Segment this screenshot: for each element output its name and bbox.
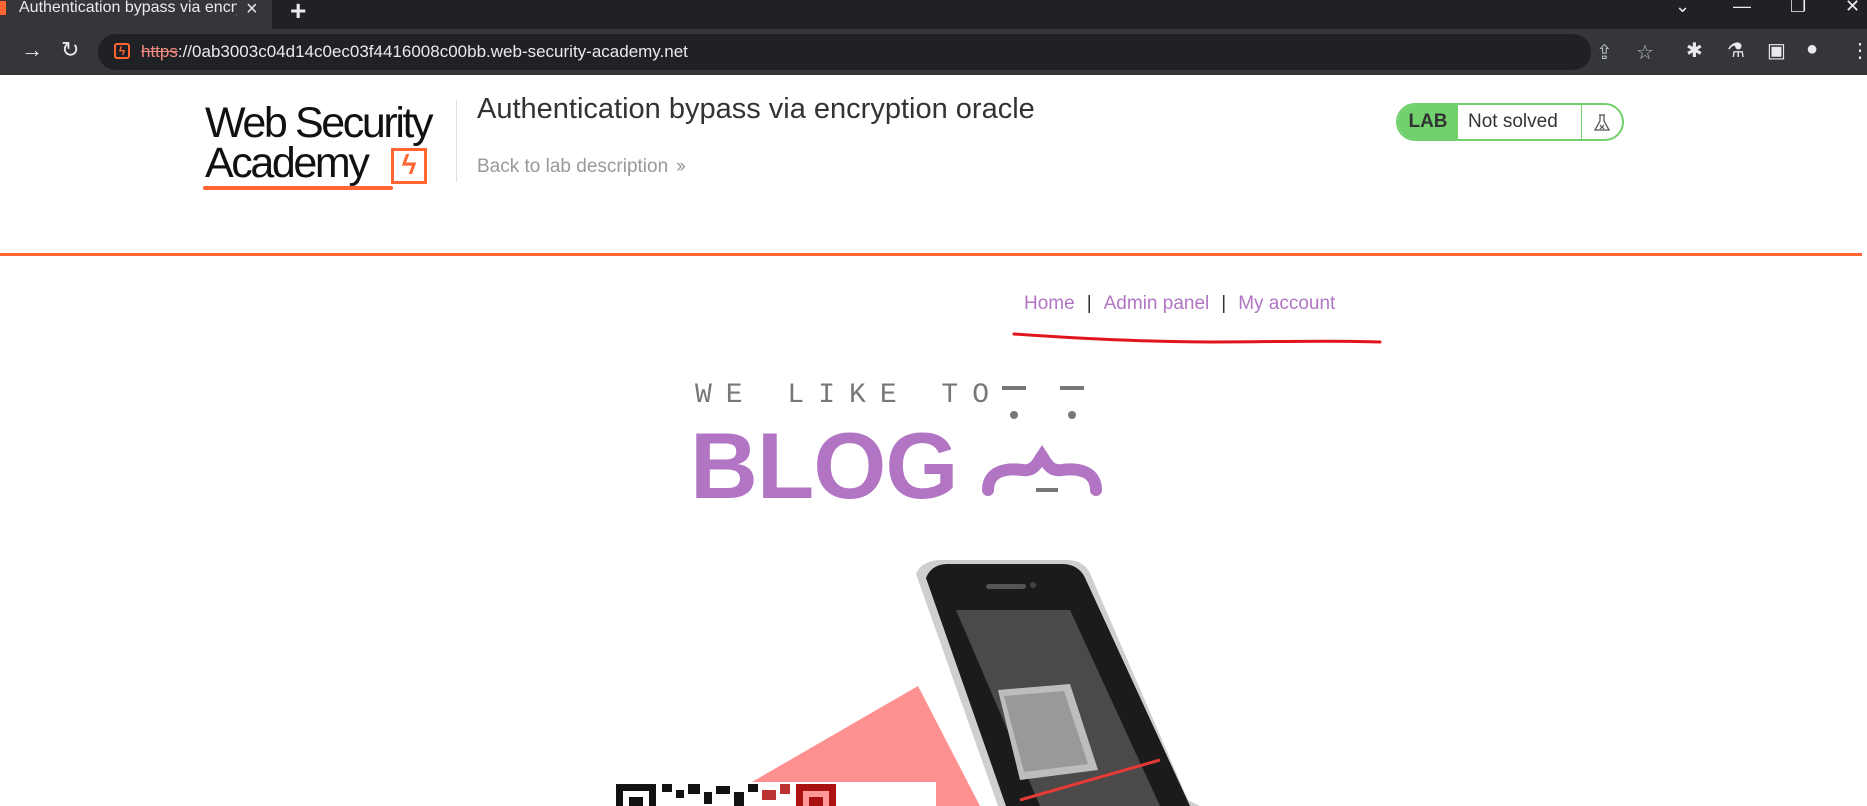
flask-icon [1593,114,1611,131]
academy-lab-header: Web Security Academy ϟ Authentication by… [0,75,1862,256]
red-annotation-underline [1012,332,1382,344]
side-panel-icon[interactable]: ▣ [1767,38,1786,63]
logo-line2: Academy [205,139,370,187]
minimize-icon[interactable]: — [1733,0,1751,17]
back-link-label: Back to lab description [477,156,669,177]
site-info-icon[interactable]: ϟ [114,43,130,59]
lab-badge: LAB [1398,105,1458,139]
blog-tagline: WE LIKE TO [695,380,1004,411]
tab-close-icon[interactable]: × [246,0,258,21]
window-close-icon[interactable]: ✕ [1845,0,1860,17]
forward-icon[interactable]: → [21,37,43,63]
url-scheme: https [141,42,178,61]
nav-separator: | [1221,293,1227,314]
nav-link-my-account[interactable]: My account [1238,293,1335,314]
logo-underline-swoosh [203,186,393,190]
lab-status-widget: LAB Not solved [1396,103,1624,141]
menu-icon[interactable]: ⋮ [1850,38,1867,63]
back-to-lab-description-link[interactable]: Back to lab description ›› [477,156,686,178]
blog-wordmark: BLOG [690,413,959,518]
restore-icon[interactable]: ❐ [1790,0,1806,17]
blog-face-icon [982,386,1102,496]
address-bar[interactable]: ϟ https://0ab3003c04d14c0ec03f4416008c00… [98,34,1654,70]
new-tab-icon[interactable]: + [290,0,306,27]
lab-status-text: Not solved [1468,111,1558,132]
web-security-academy-logo[interactable]: Web Security Academy ϟ [203,100,461,200]
blog-top-nav: Home | Admin panel | My account [1024,293,1335,315]
lab-title: Authentication bypass via encryption ora… [477,93,1035,125]
browser-tab-strip: Authentication bypass via encryption ora… [0,0,1867,29]
lightning-bolt-icon: ϟ [391,148,427,184]
qr-scanning-phone-image [616,560,1200,806]
reload-icon[interactable]: ↻ [61,37,79,63]
bookmark-star-icon[interactable]: ☆ [1636,40,1654,65]
nav-link-home[interactable]: Home [1024,293,1075,314]
tab-favicon-icon [0,1,6,15]
profile-icon[interactable]: ● [1806,38,1818,61]
browser-toolbar: → ↻ ϟ https://0ab3003c04d14c0ec03f441600… [0,29,1867,75]
header-divider [456,100,457,182]
nav-separator: | [1086,293,1092,314]
double-chevron-right-icon: ›› [676,156,686,177]
share-icon[interactable]: ⇪ [1596,40,1613,65]
blog-banner: WE LIKE TO BLOG [690,378,1140,518]
extensions-icon[interactable]: ✱ [1686,38,1703,63]
lab-extension-icon[interactable]: ⚗ [1727,38,1745,63]
nav-link-admin-panel[interactable]: Admin panel [1104,293,1210,314]
tab-search-chevron-icon[interactable]: ⌄ [1675,0,1690,17]
qr-code-graphic [616,782,936,806]
browser-tab-active[interactable]: Authentication bypass via encryption ora… [0,0,272,29]
url-text[interactable]: https://0ab3003c04d14c0ec03f4416008c00bb… [141,42,688,62]
url-separator: :// [177,42,193,61]
tab-title: Authentication bypass via encryption ora… [19,0,237,16]
lab-status-separator [1581,105,1582,139]
url-host: 0ab3003c04d14c0ec03f4416008c00bb.web-sec… [192,42,688,61]
